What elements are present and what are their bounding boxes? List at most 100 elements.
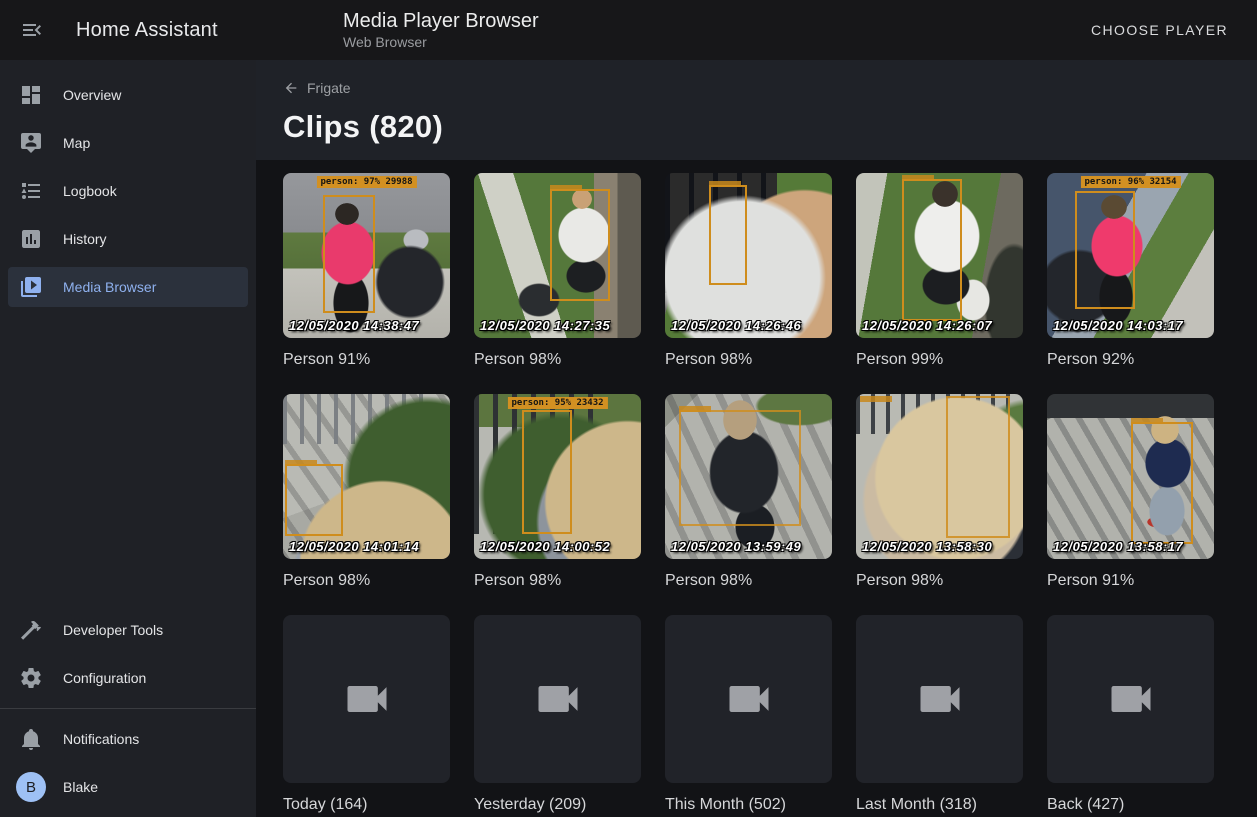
sidebar-item-user[interactable]: B Blake xyxy=(8,767,248,807)
folder-thumbnail[interactable] xyxy=(856,615,1023,783)
hammer-icon xyxy=(19,618,43,642)
clip-card[interactable]: person: 96% 32154 12/05/2020 14:03:17 Pe… xyxy=(1047,173,1214,369)
sidebar: Overview Map Logbook History Media Brows… xyxy=(0,60,256,817)
bell-icon xyxy=(19,727,43,751)
detection-box xyxy=(323,195,375,313)
clip-thumbnail[interactable]: person: 95% 23432 12/05/2020 14:00:52 xyxy=(474,394,641,559)
breadcrumb[interactable]: Frigate xyxy=(283,78,351,98)
clip-card[interactable]: 12/05/2020 14:26:46 Person 98% xyxy=(665,173,832,369)
folder-card-yesterday[interactable]: Yesterday (209) xyxy=(474,615,641,814)
timestamp-overlay: 12/05/2020 14:26:07 xyxy=(862,318,992,333)
folder-card-last-month[interactable]: Last Month (318) xyxy=(856,615,1023,814)
logbook-list-icon xyxy=(19,179,43,203)
clip-thumbnail[interactable]: person: 96% 32154 12/05/2020 14:03:17 xyxy=(1047,173,1214,338)
page-title: Media Player Browser xyxy=(343,9,539,33)
clip-thumbnail[interactable]: 12/05/2020 14:01:14 xyxy=(283,394,450,559)
timestamp-overlay: 12/05/2020 14:38:47 xyxy=(289,318,419,333)
timestamp-overlay: 12/05/2020 13:58:17 xyxy=(1053,539,1183,554)
folder-thumbnail[interactable] xyxy=(1047,615,1214,783)
sidebar-item-label: Map xyxy=(63,135,90,151)
sidebar-item-history[interactable]: History xyxy=(8,219,248,259)
clip-caption: Person 98% xyxy=(474,350,641,369)
folder-card-today[interactable]: Today (164) xyxy=(283,615,450,814)
clip-caption: Person 98% xyxy=(283,571,450,590)
sidebar-item-label: Logbook xyxy=(63,183,117,199)
clip-card[interactable]: 12/05/2020 13:59:49 Person 98% xyxy=(665,394,832,590)
detection-box xyxy=(285,464,343,536)
breadcrumb-label: Frigate xyxy=(307,80,351,96)
detection-box xyxy=(1131,422,1193,544)
content-header: Frigate Clips (820) xyxy=(256,60,1257,160)
play-box-multiple-icon xyxy=(19,275,43,299)
menu-open-icon xyxy=(20,18,44,42)
sidebar-item-overview[interactable]: Overview xyxy=(8,75,248,115)
clip-card[interactable]: person: 95% 23432 12/05/2020 14:00:52 Pe… xyxy=(474,394,641,590)
folder-card-this-month[interactable]: This Month (502) xyxy=(665,615,832,814)
clip-card[interactable]: 12/05/2020 14:01:14 Person 98% xyxy=(283,394,450,590)
clip-thumbnail[interactable]: 12/05/2020 14:27:35 xyxy=(474,173,641,338)
clip-card[interactable]: 12/05/2020 14:26:07 Person 99% xyxy=(856,173,1023,369)
sidebar-item-label: Notifications xyxy=(63,731,139,747)
detection-box xyxy=(946,396,1010,538)
avatar: B xyxy=(16,772,46,802)
sidebar-toggle-button[interactable] xyxy=(8,6,56,54)
user-name: Blake xyxy=(63,779,98,795)
clip-thumbnail[interactable]: 12/05/2020 14:26:07 xyxy=(856,173,1023,338)
timestamp-overlay: 12/05/2020 14:27:35 xyxy=(480,318,610,333)
clip-card[interactable]: 12/05/2020 13:58:17 Person 91% xyxy=(1047,394,1214,590)
sidebar-item-label: Overview xyxy=(63,87,121,103)
clip-card[interactable]: person: 97% 29988 12/05/2020 14:38:47 Pe… xyxy=(283,173,450,369)
video-camera-icon xyxy=(1105,673,1157,725)
clip-card[interactable]: 12/05/2020 13:58:30 Person 98% xyxy=(856,394,1023,590)
sidebar-item-label: History xyxy=(63,231,107,247)
clip-thumbnail[interactable]: 12/05/2020 14:26:46 xyxy=(665,173,832,338)
clip-caption: Person 98% xyxy=(474,571,641,590)
arrow-left-icon xyxy=(283,80,299,96)
chart-box-icon xyxy=(19,227,43,251)
detection-box xyxy=(550,189,610,301)
detection-label: person: 95% 23432 xyxy=(507,397,607,409)
folder-card-back[interactable]: Back (427) xyxy=(1047,615,1214,814)
dashboard-icon xyxy=(19,83,43,107)
sidebar-spacer xyxy=(0,311,256,606)
sidebar-item-media-browser[interactable]: Media Browser xyxy=(8,267,248,307)
sidebar-item-configuration[interactable]: Configuration xyxy=(8,658,248,698)
clip-thumbnail[interactable]: person: 97% 29988 12/05/2020 14:38:47 xyxy=(283,173,450,338)
page-heading: Clips (820) xyxy=(283,109,1257,145)
clip-thumbnail[interactable]: 12/05/2020 13:58:30 xyxy=(856,394,1023,559)
clip-card[interactable]: 12/05/2020 14:27:35 Person 98% xyxy=(474,173,641,369)
timestamp-overlay: 12/05/2020 14:03:17 xyxy=(1053,318,1183,333)
folder-caption: This Month (502) xyxy=(665,795,832,814)
folder-caption: Today (164) xyxy=(283,795,450,814)
video-camera-icon xyxy=(723,673,775,725)
clip-caption: Person 99% xyxy=(856,350,1023,369)
timestamp-overlay: 12/05/2020 13:58:30 xyxy=(862,539,992,554)
page-subtitle: Web Browser xyxy=(343,34,539,51)
map-account-icon xyxy=(19,131,43,155)
folder-thumbnail[interactable] xyxy=(474,615,641,783)
sidebar-item-developer-tools[interactable]: Developer Tools xyxy=(8,610,248,650)
detection-box xyxy=(679,410,801,526)
folder-caption: Last Month (318) xyxy=(856,795,1023,814)
video-camera-icon xyxy=(914,673,966,725)
sidebar-item-label: Configuration xyxy=(63,670,146,686)
clip-caption: Person 92% xyxy=(1047,350,1214,369)
sidebar-item-label: Media Browser xyxy=(63,279,156,295)
clip-thumbnail[interactable]: 12/05/2020 13:59:49 xyxy=(665,394,832,559)
clip-thumbnail[interactable]: 12/05/2020 13:58:17 xyxy=(1047,394,1214,559)
folder-thumbnail[interactable] xyxy=(665,615,832,783)
detection-box xyxy=(1075,191,1135,309)
sidebar-item-notifications[interactable]: Notifications xyxy=(8,719,248,759)
timestamp-overlay: 12/05/2020 14:01:14 xyxy=(289,539,419,554)
sidebar-item-map[interactable]: Map xyxy=(8,123,248,163)
clip-caption: Person 91% xyxy=(283,350,450,369)
sidebar-item-logbook[interactable]: Logbook xyxy=(8,171,248,211)
clips-grid: person: 97% 29988 12/05/2020 14:38:47 Pe… xyxy=(256,160,1257,814)
timestamp-overlay: 12/05/2020 14:00:52 xyxy=(480,539,610,554)
folder-thumbnail[interactable] xyxy=(283,615,450,783)
sidebar-divider xyxy=(0,708,256,709)
sidebar-item-label: Developer Tools xyxy=(63,622,163,638)
gear-icon xyxy=(19,666,43,690)
choose-player-button[interactable]: CHOOSE PLAYER xyxy=(1083,14,1236,46)
video-camera-icon xyxy=(341,673,393,725)
